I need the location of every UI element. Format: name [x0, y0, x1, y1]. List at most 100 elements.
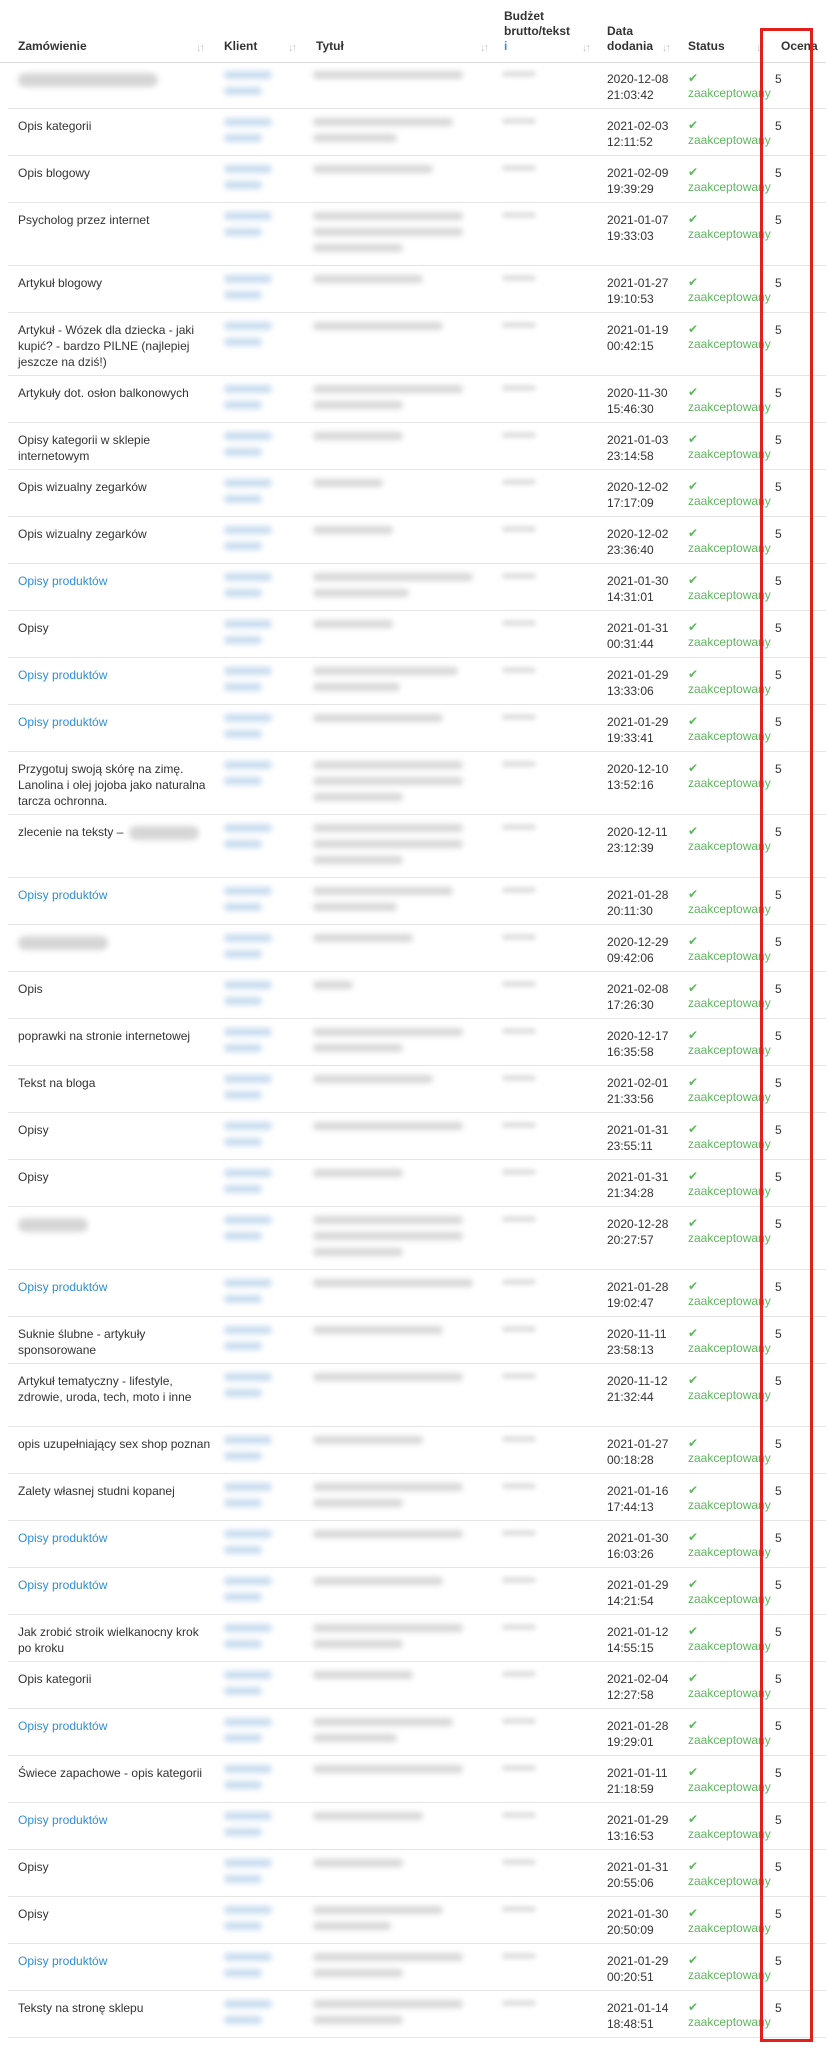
table-row[interactable]: Psycholog przez internet 2021-01-07 19:33:… — [8, 203, 826, 266]
table-row[interactable]: 2020-12-29 09:42:06 ✔ zaakceptowany 5 — [8, 925, 826, 972]
column-header-score[interactable]: Ocena — [781, 39, 818, 54]
client-link-redacted[interactable] — [224, 2000, 304, 2032]
table-row[interactable]: Świece zapachowe - opis kategorii 2021-01… — [8, 1756, 826, 1803]
client-link-redacted[interactable] — [224, 1279, 304, 1311]
sort-icon[interactable]: ↓↑ — [196, 42, 205, 54]
table-row[interactable]: Opisy produktów 2021-01-30 14:31:01 ✔ zaakce… — [8, 564, 826, 611]
column-header-status[interactable]: Status — [688, 39, 725, 54]
table-row[interactable]: Opisy produktów 2021-01-28 19:29:01 ✔ zaakce… — [8, 1709, 826, 1756]
client-link-redacted[interactable] — [224, 1075, 304, 1107]
order-link[interactable]: Opisy produktów — [18, 1953, 213, 1969]
client-link-redacted[interactable] — [224, 824, 304, 856]
table-row[interactable]: Opis kategorii 2021-02-03 12:11:52 ✔ zaakcep… — [8, 109, 826, 156]
column-header-title[interactable]: Tytuł — [316, 39, 344, 54]
table-row[interactable]: Opisy produktów 2021-01-29 13:16:53 ✔ zaakce… — [8, 1803, 826, 1850]
client-link-redacted[interactable] — [224, 1436, 304, 1468]
client-link-redacted[interactable] — [224, 667, 304, 699]
table-row[interactable]: Jak zrobić stroik wielkanocny krok po kr… — [8, 1615, 826, 1662]
client-link-redacted[interactable] — [224, 118, 304, 150]
table-row[interactable]: Opis 2021-02-08 17:26:30 ✔ zaakceptowany 5 — [8, 972, 826, 1019]
table-row[interactable]: Opis blogowy 2021-02-09 19:39:29 ✔ zaakcepto… — [8, 156, 826, 203]
table-row[interactable]: Opisy produktów 2021-01-30 16:03:26 ✔ zaakce… — [8, 1521, 826, 1568]
client-link-redacted[interactable] — [224, 479, 304, 511]
table-row[interactable]: poprawki na stronie internetowej 2020-12-… — [8, 1019, 826, 1066]
client-link-redacted[interactable] — [224, 1216, 304, 1248]
table-row[interactable]: Opis wizualny zegarków 2020-12-02 17:17:09… — [8, 470, 826, 517]
order-link[interactable]: Opisy produktów — [18, 1530, 213, 1546]
client-link-redacted[interactable] — [224, 165, 304, 197]
table-row[interactable]: 2020-12-28 20:27:57 ✔ zaakceptowany 5 — [8, 1207, 826, 1270]
client-link-redacted[interactable] — [224, 1028, 304, 1060]
order-link[interactable]: Opisy produktów — [18, 1577, 213, 1593]
info-icon[interactable]: i — [504, 39, 507, 53]
table-row[interactable]: opis uzupełniający sex shop poznan 2021-0… — [8, 1427, 826, 1474]
sort-icon[interactable]: ↓↑ — [662, 42, 671, 54]
sort-icon[interactable]: ↓↑ — [756, 42, 765, 54]
column-header-budget[interactable]: Budżet brutto/tekst i — [504, 9, 570, 54]
column-header-order[interactable]: Zamówienie — [18, 39, 87, 54]
client-link-redacted[interactable] — [224, 761, 304, 793]
table-row[interactable]: Opisy produktów 2021-01-29 19:33:41 ✔ zaakce… — [8, 705, 826, 752]
client-link-redacted[interactable] — [224, 275, 304, 307]
table-row[interactable]: Artykuł - Wózek dla dziecka - jaki kupić… — [8, 313, 826, 376]
client-link-redacted[interactable] — [224, 1906, 304, 1938]
table-row[interactable]: Opisy 2021-01-31 00:31:44 ✔ zaakceptowany 5 — [8, 611, 826, 658]
client-link-redacted[interactable] — [224, 1859, 304, 1891]
client-link-redacted[interactable] — [224, 1953, 304, 1985]
table-row[interactable]: Opisy 2021-01-30 20:50:09 ✔ zaakceptowany 5 — [8, 1897, 826, 1944]
client-link-redacted[interactable] — [224, 1373, 304, 1405]
table-row[interactable]: Opis wizualny zegarków 2020-12-02 23:36:40… — [8, 517, 826, 564]
client-link-redacted[interactable] — [224, 1624, 304, 1656]
table-row[interactable]: Opisy produktów 2021-01-29 13:33:06 ✔ zaakce… — [8, 658, 826, 705]
table-row[interactable]: Opisy produktów 2021-01-29 14:21:54 ✔ zaakce… — [8, 1568, 826, 1615]
order-link[interactable]: Opisy produktów — [18, 667, 213, 683]
column-header-date[interactable]: Data dodania — [607, 24, 653, 54]
client-link-redacted[interactable] — [224, 1812, 304, 1844]
client-link-redacted[interactable] — [224, 1483, 304, 1515]
table-row[interactable]: Artykuł blogowy 2021-01-27 19:10:53 ✔ zaakce… — [8, 266, 826, 313]
sort-icon[interactable]: ↓↑ — [288, 42, 297, 54]
client-link-redacted[interactable] — [224, 71, 304, 103]
client-link-redacted[interactable] — [224, 887, 304, 919]
order-link[interactable]: Opisy produktów — [18, 887, 213, 903]
table-row[interactable]: Zalety własnej studni kopanej 2021-01-16 1… — [8, 1474, 826, 1521]
client-link-redacted[interactable] — [224, 1122, 304, 1154]
table-row[interactable]: Opisy 2021-01-31 20:55:06 ✔ zaakceptowany 5 — [8, 1850, 826, 1897]
table-row[interactable]: Opisy kategorii w sklepie internetowym 20… — [8, 423, 826, 470]
table-row[interactable]: Opisy produktów 2021-01-29 00:20:51 ✔ zaakce… — [8, 1944, 826, 1991]
column-header-client[interactable]: Klient — [224, 39, 257, 54]
table-row[interactable]: Opisy 2021-01-31 21:34:28 ✔ zaakceptowany 5 — [8, 1160, 826, 1207]
client-link-redacted[interactable] — [224, 1326, 304, 1358]
order-link[interactable]: Opisy produktów — [18, 1718, 213, 1734]
table-row[interactable]: 2020-12-08 21:03:42 ✔ zaakceptowany 5 — [8, 62, 826, 109]
client-link-redacted[interactable] — [224, 981, 304, 1013]
sort-icon[interactable]: ↓↑ — [480, 42, 489, 54]
client-link-redacted[interactable] — [224, 1671, 304, 1703]
table-row[interactable]: zlecenie na teksty – 2020-12-11 23:12:39 ✔ z… — [8, 815, 826, 878]
table-row[interactable]: Teksty na stronę sklepu 2021-01-14 18:48:5… — [8, 1991, 826, 2038]
table-row[interactable]: Opisy 2021-01-31 23:55:11 ✔ zaakceptowany 5 — [8, 1113, 826, 1160]
table-row[interactable]: Artykuły dot. osłon balkonowych 2020-11-3… — [8, 376, 826, 423]
client-link-redacted[interactable] — [224, 1530, 304, 1562]
client-link-redacted[interactable] — [224, 1765, 304, 1797]
client-link-redacted[interactable] — [224, 573, 304, 605]
client-link-redacted[interactable] — [224, 1577, 304, 1609]
client-link-redacted[interactable] — [224, 526, 304, 558]
table-row[interactable]: Tekst na bloga 2021-02-01 21:33:56 ✔ zaakcep… — [8, 1066, 826, 1113]
table-row[interactable]: Przygotuj swoją skórę na zimę. Lanolina … — [8, 752, 826, 815]
table-row[interactable]: Opisy produktów 2021-01-28 20:11:30 ✔ zaakce… — [8, 878, 826, 925]
order-link[interactable]: Opisy produktów — [18, 1279, 213, 1295]
order-link[interactable]: Opisy produktów — [18, 573, 213, 589]
table-row[interactable]: Artykuł tematyczny - lifestyle, zdrowie,… — [8, 1364, 826, 1427]
order-link[interactable]: Opisy produktów — [18, 1812, 213, 1828]
client-link-redacted[interactable] — [224, 212, 304, 244]
client-link-redacted[interactable] — [224, 620, 304, 652]
order-link[interactable]: Opisy produktów — [18, 714, 213, 730]
table-row[interactable]: Opisy produktów 2021-01-28 19:02:47 ✔ zaakce… — [8, 1270, 826, 1317]
client-link-redacted[interactable] — [224, 934, 304, 966]
client-link-redacted[interactable] — [224, 1169, 304, 1201]
sort-icon[interactable]: ↓↑ — [582, 42, 591, 54]
client-link-redacted[interactable] — [224, 385, 304, 417]
table-row[interactable]: Opis kategorii 2021-02-04 12:27:58 ✔ zaakcep… — [8, 1662, 826, 1709]
client-link-redacted[interactable] — [224, 1718, 304, 1750]
